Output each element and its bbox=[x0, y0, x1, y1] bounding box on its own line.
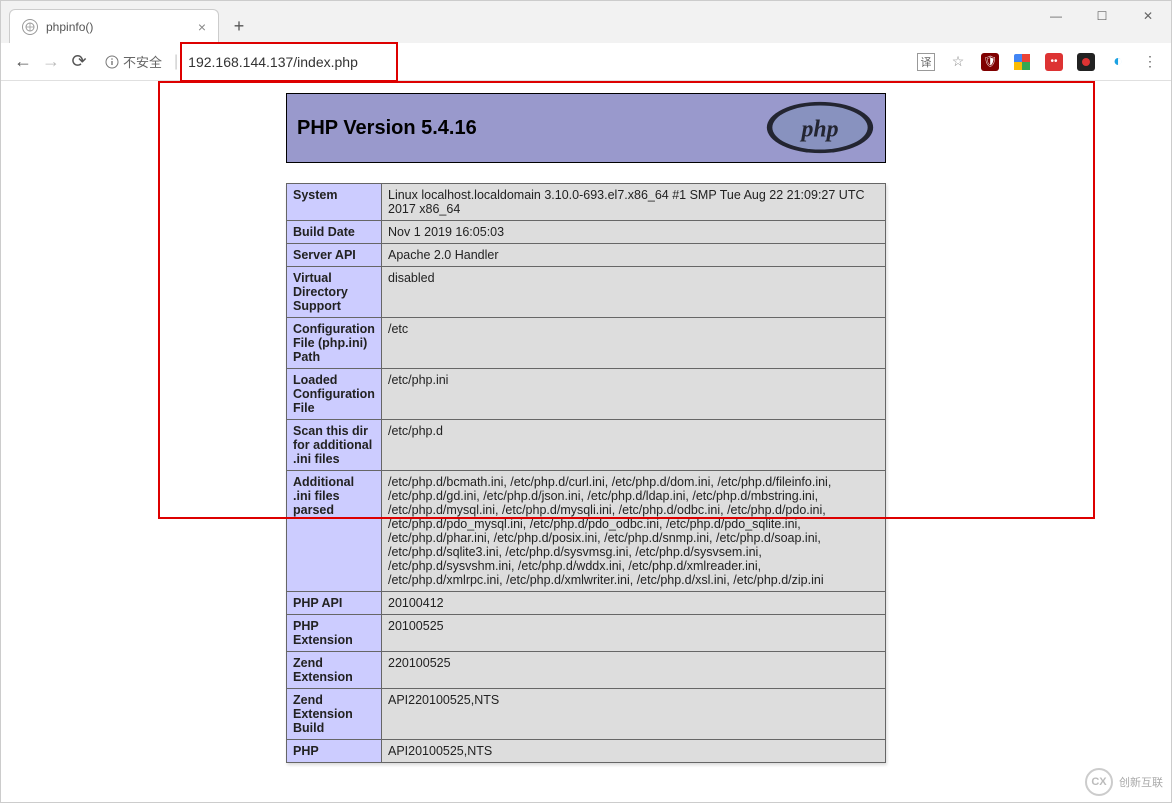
row-key: Build Date bbox=[287, 221, 382, 244]
browser-menu-icon[interactable]: ⋮ bbox=[1141, 53, 1159, 71]
back-button[interactable]: ← bbox=[9, 48, 37, 76]
adblock-icon[interactable]: 🛡 bbox=[981, 53, 999, 71]
table-row: Build DateNov 1 2019 16:05:03 bbox=[287, 221, 886, 244]
row-value: Nov 1 2019 16:05:03 bbox=[382, 221, 886, 244]
row-key: PHP API bbox=[287, 592, 382, 615]
row-value: 220100525 bbox=[382, 652, 886, 689]
row-key: Server API bbox=[287, 244, 382, 267]
tab-title: phpinfo() bbox=[46, 20, 93, 34]
close-window-button[interactable]: ✕ bbox=[1125, 1, 1171, 31]
row-value: API20100525,NTS bbox=[382, 740, 886, 763]
toolbar: ← → ⟳ 不安全 | 译 ☆ 🛡 •• ◐ ⋮ bbox=[1, 43, 1171, 81]
phpinfo-block: PHP Version 5.4.16 php SystemLinux local… bbox=[286, 93, 886, 763]
row-key: System bbox=[287, 184, 382, 221]
row-value: Apache 2.0 Handler bbox=[382, 244, 886, 267]
extension-icon[interactable]: ◐ bbox=[1109, 53, 1127, 71]
row-key: Configuration File (php.ini) Path bbox=[287, 318, 382, 369]
row-value: /etc/php.d bbox=[382, 420, 886, 471]
phpinfo-table: SystemLinux localhost.localdomain 3.10.0… bbox=[286, 183, 886, 763]
reload-button[interactable]: ⟳ bbox=[65, 48, 93, 76]
table-row: Loaded Configuration File/etc/php.ini bbox=[287, 369, 886, 420]
table-row: Zend Extension220100525 bbox=[287, 652, 886, 689]
table-row: Virtual Directory Supportdisabled bbox=[287, 267, 886, 318]
row-key: Scan this dir for additional .ini files bbox=[287, 420, 382, 471]
info-icon bbox=[105, 55, 119, 69]
tab-close-icon[interactable]: × bbox=[198, 19, 206, 35]
phpinfo-header: PHP Version 5.4.16 php bbox=[286, 93, 886, 163]
table-row: Additional .ini files parsed/etc/php.d/b… bbox=[287, 471, 886, 592]
google-ext-icon[interactable] bbox=[1013, 53, 1031, 71]
php-logo-icon: php bbox=[765, 100, 875, 156]
table-row: Zend Extension BuildAPI220100525,NTS bbox=[287, 689, 886, 740]
watermark: CX 创新互联 bbox=[1085, 768, 1163, 796]
favicon-icon bbox=[22, 19, 38, 35]
row-key: PHP bbox=[287, 740, 382, 763]
privacy-mask-icon[interactable]: •• bbox=[1045, 53, 1063, 71]
row-key: Zend Extension bbox=[287, 652, 382, 689]
watermark-logo-icon: CX bbox=[1085, 768, 1113, 796]
table-row: PHP Extension20100525 bbox=[287, 615, 886, 652]
toolbar-extensions: 译 ☆ 🛡 •• ◐ ⋮ bbox=[917, 53, 1163, 71]
svg-text:php: php bbox=[799, 117, 838, 143]
row-value: /etc bbox=[382, 318, 886, 369]
forward-button[interactable]: → bbox=[37, 48, 65, 76]
row-key: Loaded Configuration File bbox=[287, 369, 382, 420]
row-key: PHP Extension bbox=[287, 615, 382, 652]
row-value: /etc/php.ini bbox=[382, 369, 886, 420]
security-label: 不安全 bbox=[123, 52, 162, 71]
row-key: Virtual Directory Support bbox=[287, 267, 382, 318]
table-row: Scan this dir for additional .ini files/… bbox=[287, 420, 886, 471]
browser-window: phpinfo() × + — ☐ ✕ ← → ⟳ 不安全 | 译 ☆ bbox=[0, 0, 1172, 803]
url-input[interactable] bbox=[184, 48, 394, 76]
table-row: SystemLinux localhost.localdomain 3.10.0… bbox=[287, 184, 886, 221]
watermark-text: 创新互联 bbox=[1119, 774, 1163, 790]
maximize-button[interactable]: ☐ bbox=[1079, 1, 1125, 31]
table-row: Configuration File (php.ini) Path/etc bbox=[287, 318, 886, 369]
table-row: PHPAPI20100525,NTS bbox=[287, 740, 886, 763]
window-controls: — ☐ ✕ bbox=[1033, 1, 1171, 31]
row-value: /etc/php.d/bcmath.ini, /etc/php.d/curl.i… bbox=[382, 471, 886, 592]
address-bar[interactable]: 不安全 | bbox=[99, 48, 911, 76]
titlebar: phpinfo() × + — ☐ ✕ bbox=[1, 1, 1171, 43]
row-key: Zend Extension Build bbox=[287, 689, 382, 740]
row-value: disabled bbox=[382, 267, 886, 318]
browser-tab[interactable]: phpinfo() × bbox=[9, 9, 219, 43]
row-value: API220100525,NTS bbox=[382, 689, 886, 740]
minimize-button[interactable]: — bbox=[1033, 1, 1079, 31]
translate-icon[interactable]: 译 bbox=[917, 53, 935, 71]
page-viewport[interactable]: PHP Version 5.4.16 php SystemLinux local… bbox=[1, 81, 1171, 802]
new-tab-button[interactable]: + bbox=[225, 12, 253, 40]
row-value: 20100412 bbox=[382, 592, 886, 615]
row-key: Additional .ini files parsed bbox=[287, 471, 382, 592]
table-row: Server APIApache 2.0 Handler bbox=[287, 244, 886, 267]
row-value: Linux localhost.localdomain 3.10.0-693.e… bbox=[382, 184, 886, 221]
page-title: PHP Version 5.4.16 bbox=[297, 117, 477, 140]
screenshot-icon[interactable] bbox=[1077, 53, 1095, 71]
bookmark-star-icon[interactable]: ☆ bbox=[949, 53, 967, 71]
url-highlight-annotation bbox=[184, 48, 394, 76]
row-value: 20100525 bbox=[382, 615, 886, 652]
security-indicator[interactable]: 不安全 bbox=[99, 52, 168, 71]
table-row: PHP API20100412 bbox=[287, 592, 886, 615]
